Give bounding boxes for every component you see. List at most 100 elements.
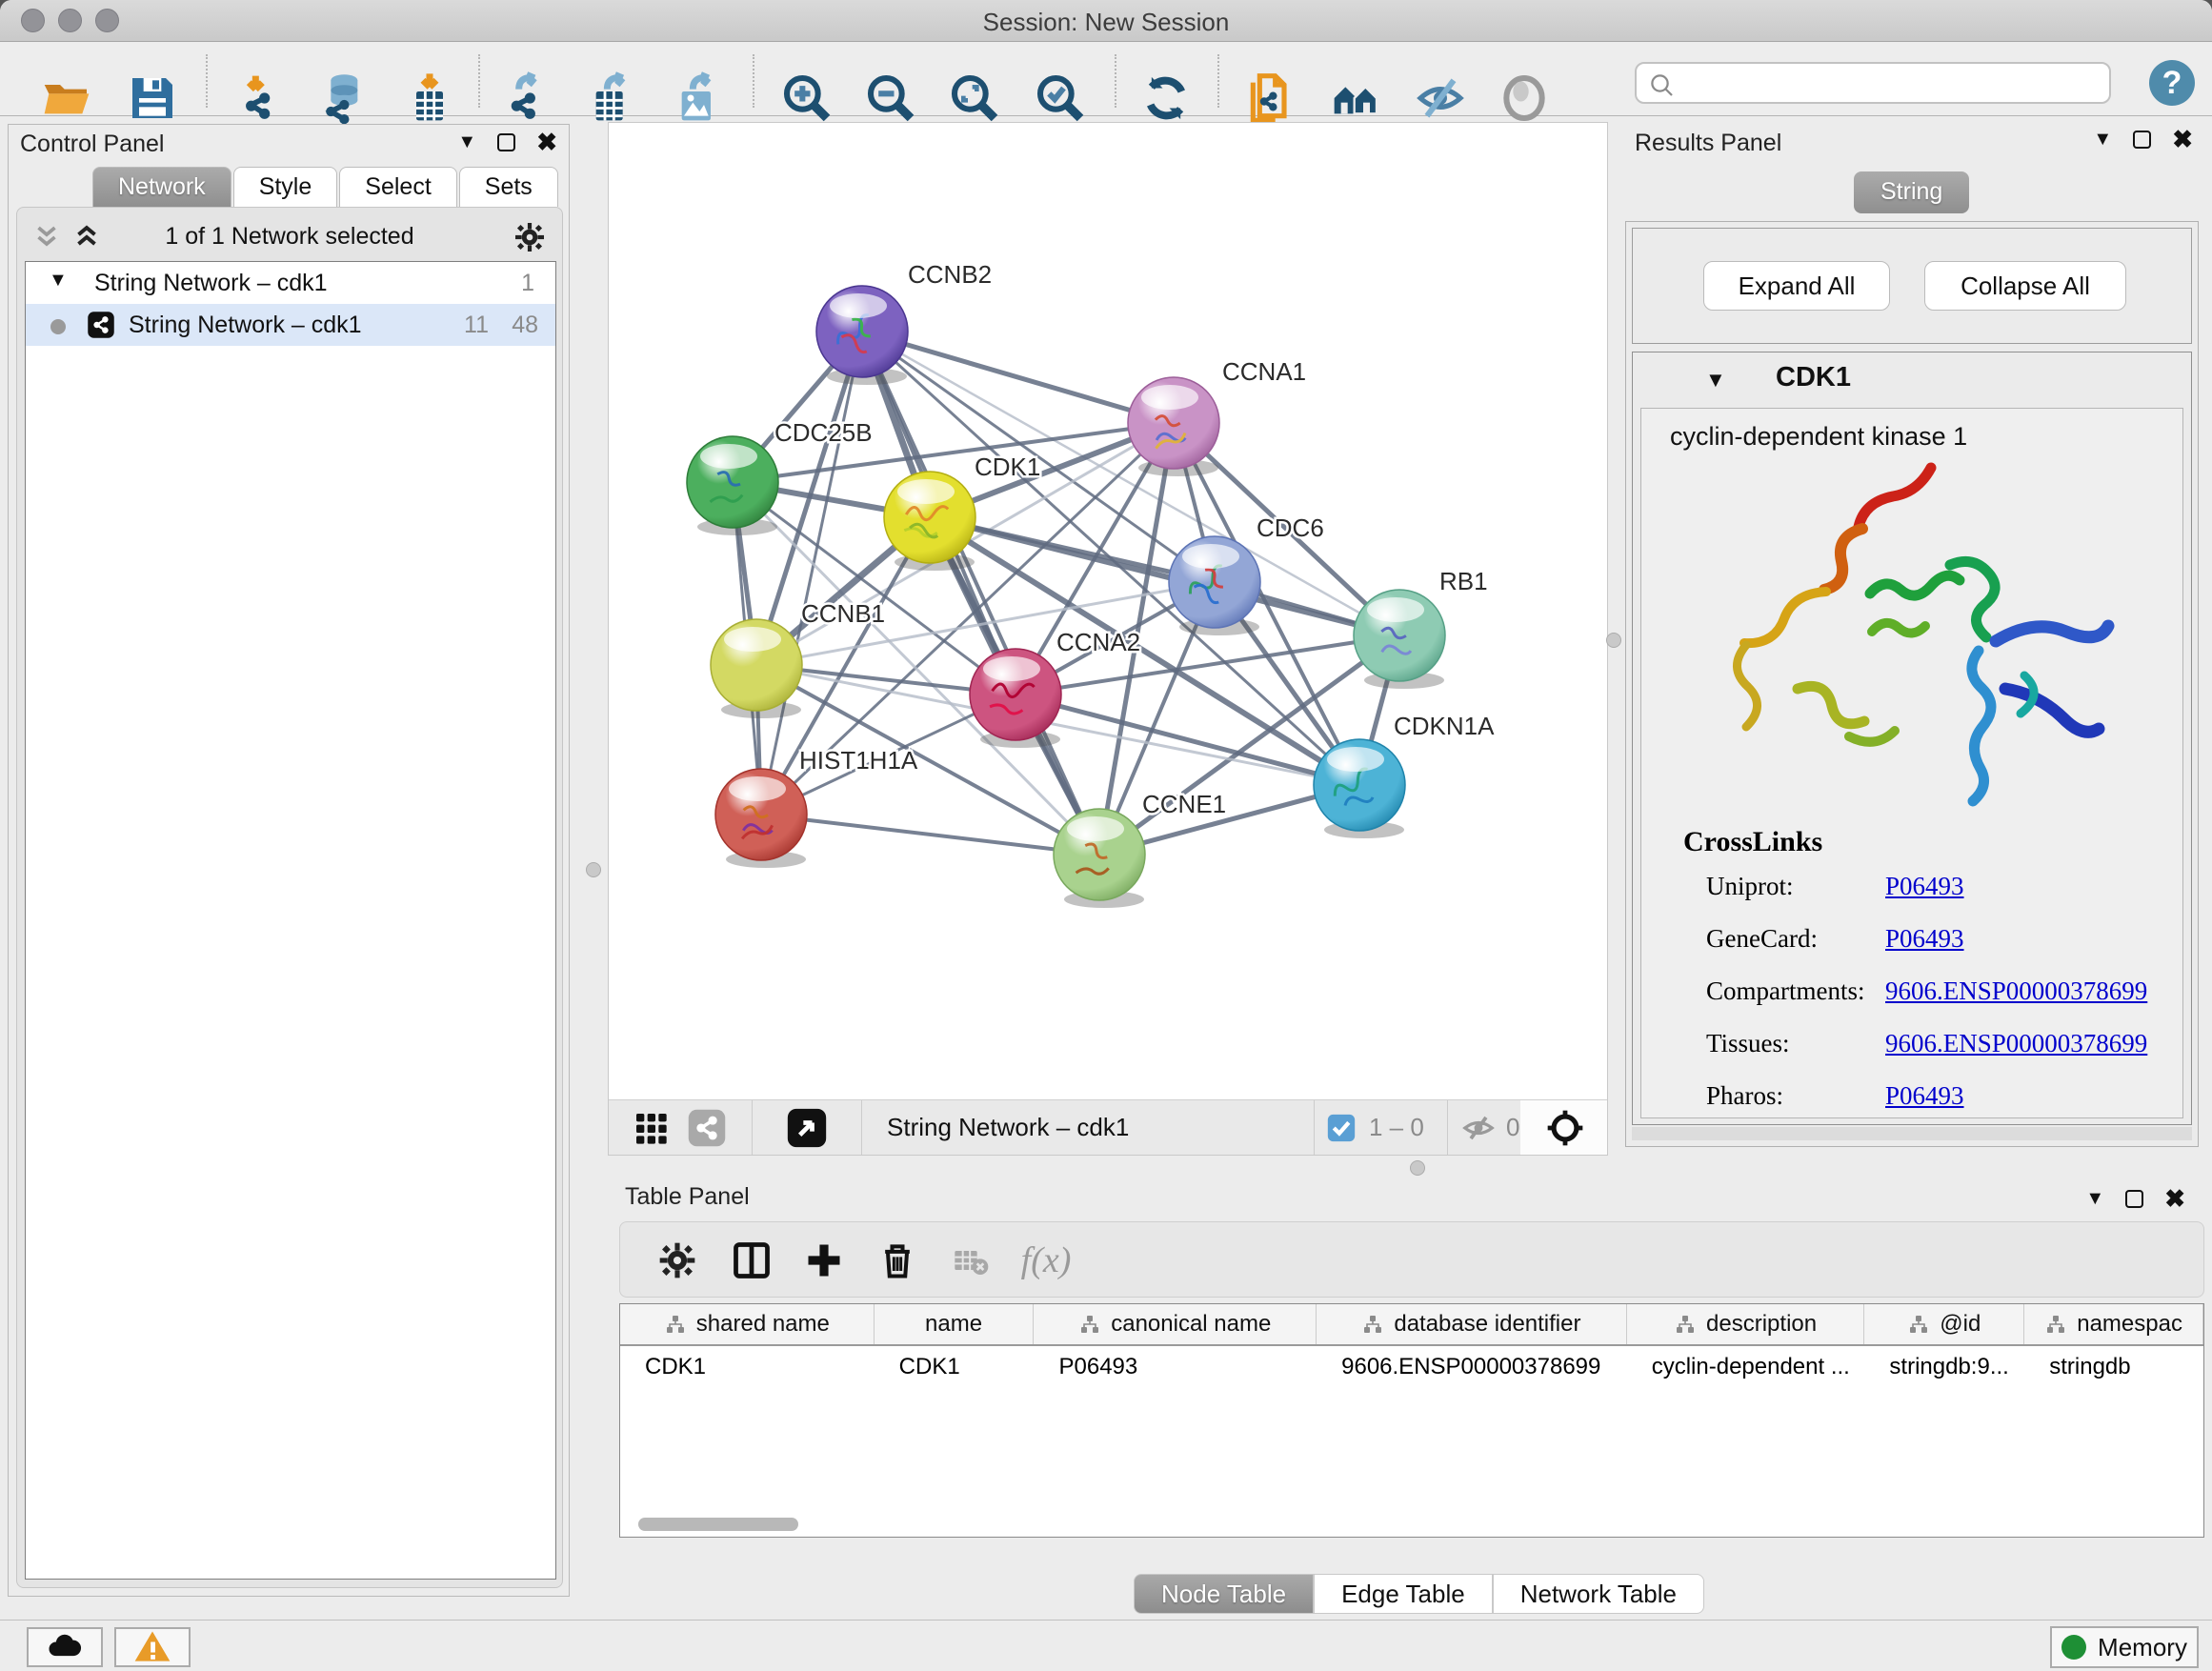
tab-node-table[interactable]: Node Table — [1134, 1574, 1314, 1614]
open-in-browser-button[interactable] — [1244, 71, 1297, 125]
tree-row-collection[interactable]: ▼String Network – cdk11 — [26, 262, 555, 304]
column-header-namespac[interactable]: namespac — [2024, 1304, 2203, 1344]
crosslink-link[interactable]: P06493 — [1885, 1081, 1964, 1111]
close-panel-icon[interactable]: ✖ — [2172, 131, 2193, 149]
gear-icon[interactable] — [513, 220, 547, 254]
crosslink-link[interactable]: P06493 — [1885, 924, 1964, 954]
panel-menu-caret-icon[interactable]: ▼ — [2085, 1188, 2104, 1210]
column-header-canonical-name[interactable]: canonical name — [1034, 1304, 1317, 1344]
splitter-handle[interactable] — [586, 862, 601, 877]
network-edge[interactable] — [761, 815, 1099, 855]
network-node-CDC6[interactable]: CDC6 — [1169, 513, 1324, 635]
import-network-file-button[interactable] — [233, 71, 287, 125]
memory-button[interactable]: Memory — [2050, 1626, 2199, 1668]
table-cell[interactable]: CDK1 — [620, 1348, 875, 1386]
network-edge[interactable] — [862, 332, 1099, 855]
network-node-HIST1H1A[interactable]: HIST1H1A — [715, 746, 918, 868]
tab-network-table[interactable]: Network Table — [1493, 1574, 1704, 1614]
table-cell[interactable]: stringdb — [2024, 1348, 2203, 1386]
network-canvas[interactable]: CCNB2CCNA1CDC25BCDK1CDC6RB1CCNB1CCNA2CDK… — [609, 123, 1607, 1100]
network-node-CCNB2[interactable]: CCNB2 — [816, 260, 992, 385]
help-button[interactable]: ? — [2149, 60, 2195, 106]
expand-all-button[interactable]: Expand All — [1703, 261, 1890, 311]
results-scrollbar[interactable] — [1632, 1127, 2192, 1140]
share-view-icon[interactable] — [687, 1108, 727, 1148]
cloud-status-button[interactable] — [27, 1627, 103, 1667]
table-cell[interactable]: P06493 — [1034, 1348, 1317, 1386]
horizontal-scrollbar[interactable] — [638, 1518, 798, 1531]
network-edge[interactable] — [930, 517, 1399, 635]
zoom-in-button[interactable] — [780, 71, 834, 125]
import-table-file-button[interactable] — [403, 71, 456, 125]
show-all-button[interactable] — [1498, 71, 1551, 125]
table-cell[interactable]: stringdb:9... — [1864, 1348, 2024, 1386]
import-network-icon — [233, 71, 287, 125]
show-columns-icon[interactable] — [731, 1239, 773, 1281]
export-table-file-button[interactable] — [585, 71, 638, 125]
tab-style[interactable]: Style — [233, 167, 338, 207]
open-session-button[interactable] — [40, 71, 93, 125]
column-network-icon — [1078, 1313, 1101, 1336]
birdseye-view-icon[interactable] — [786, 1107, 828, 1149]
column-header-description[interactable]: description — [1627, 1304, 1865, 1344]
table-settings-gear-icon[interactable] — [656, 1239, 698, 1281]
apply-layout-button[interactable] — [1139, 71, 1193, 125]
column-header-name[interactable]: name — [875, 1304, 1035, 1344]
panel-menu-caret-icon[interactable]: ▼ — [457, 131, 476, 153]
network-node-CDKN1A[interactable]: CDKN1A — [1314, 712, 1495, 838]
tab-string[interactable]: String — [1854, 171, 1969, 213]
network-edge[interactable] — [862, 332, 1174, 423]
network-node-RB1[interactable]: RB1 — [1354, 567, 1488, 689]
save-session-button[interactable] — [126, 71, 179, 125]
tree-row-network[interactable]: String Network – cdk11148 — [26, 304, 555, 346]
tab-select[interactable]: Select — [339, 167, 456, 207]
add-column-icon[interactable] — [803, 1239, 845, 1281]
selected-checkbox-icon[interactable] — [1325, 1112, 1357, 1144]
delete-column-trash-icon[interactable] — [876, 1239, 918, 1281]
tab-network[interactable]: Network — [92, 167, 231, 207]
collapse-all-button[interactable]: Collapse All — [1924, 261, 2126, 311]
export-network-file-button[interactable] — [501, 71, 554, 125]
first-neighbors-button[interactable] — [1330, 71, 1383, 125]
hide-selected-button[interactable] — [1414, 71, 1467, 125]
table-cell[interactable]: 9606.ENSP00000378699 — [1317, 1348, 1627, 1386]
close-panel-icon[interactable]: ✖ — [536, 133, 557, 151]
float-panel-icon[interactable] — [2125, 1190, 2143, 1208]
zoom-fit-button[interactable] — [948, 71, 1001, 125]
crosslink-link[interactable]: 9606.ENSP00000378699 — [1885, 976, 2147, 1006]
column-header-database-identifier[interactable]: database identifier — [1317, 1304, 1627, 1344]
panel-menu-caret-icon[interactable]: ▼ — [2093, 129, 2112, 151]
network-edge[interactable] — [761, 332, 862, 815]
tab-edge-table[interactable]: Edge Table — [1314, 1574, 1493, 1614]
network-node-CCNA1[interactable]: CCNA1 — [1128, 357, 1306, 476]
table-cell[interactable]: CDK1 — [875, 1348, 1035, 1386]
network-tab-content: 1 of 1 Network selected ▼String Network … — [16, 207, 563, 1588]
gene-section-header[interactable]: ▼ CDK1 — [1633, 352, 2191, 406]
column-header--id[interactable]: @id — [1864, 1304, 2024, 1344]
tab-sets[interactable]: Sets — [459, 167, 558, 207]
splitter-handle[interactable] — [1410, 1160, 1425, 1176]
zoom-selected-button[interactable] — [1034, 71, 1087, 125]
section-caret-icon[interactable]: ▼ — [1705, 368, 1726, 393]
search-input[interactable] — [1635, 62, 2111, 104]
table-row[interactable]: CDK1CDK1P064939606.ENSP00000378699cyclin… — [620, 1348, 2203, 1386]
main-toolbar: ? — [0, 43, 2212, 116]
splitter-handle[interactable] — [1606, 633, 1621, 648]
function-builder-icon: f(x) — [1021, 1239, 1072, 1281]
column-header-shared-name[interactable]: shared name — [620, 1304, 875, 1344]
grid-view-icon[interactable] — [632, 1109, 670, 1147]
crosshair-icon[interactable] — [1544, 1107, 1586, 1149]
zoom-out-button[interactable] — [864, 71, 917, 125]
tree-expand-caret-icon[interactable]: ▼ — [49, 270, 68, 292]
network-node-CCNB1[interactable]: CCNB1 — [711, 599, 885, 718]
crosslink-link[interactable]: 9606.ENSP00000378699 — [1885, 1029, 2147, 1058]
network-view-panel[interactable]: CCNB2CCNA1CDC25BCDK1CDC6RB1CCNB1CCNA2CDK… — [608, 122, 1608, 1156]
export-image-file-button[interactable] — [671, 71, 724, 125]
float-panel-icon[interactable] — [2133, 131, 2151, 149]
table-cell[interactable]: cyclin-dependent ... — [1627, 1348, 1865, 1386]
warnings-button[interactable] — [114, 1627, 191, 1667]
crosslink-link[interactable]: P06493 — [1885, 872, 1964, 901]
close-panel-icon[interactable]: ✖ — [2164, 1190, 2185, 1208]
import-network-database-button[interactable] — [315, 71, 369, 125]
float-panel-icon[interactable] — [497, 133, 515, 151]
